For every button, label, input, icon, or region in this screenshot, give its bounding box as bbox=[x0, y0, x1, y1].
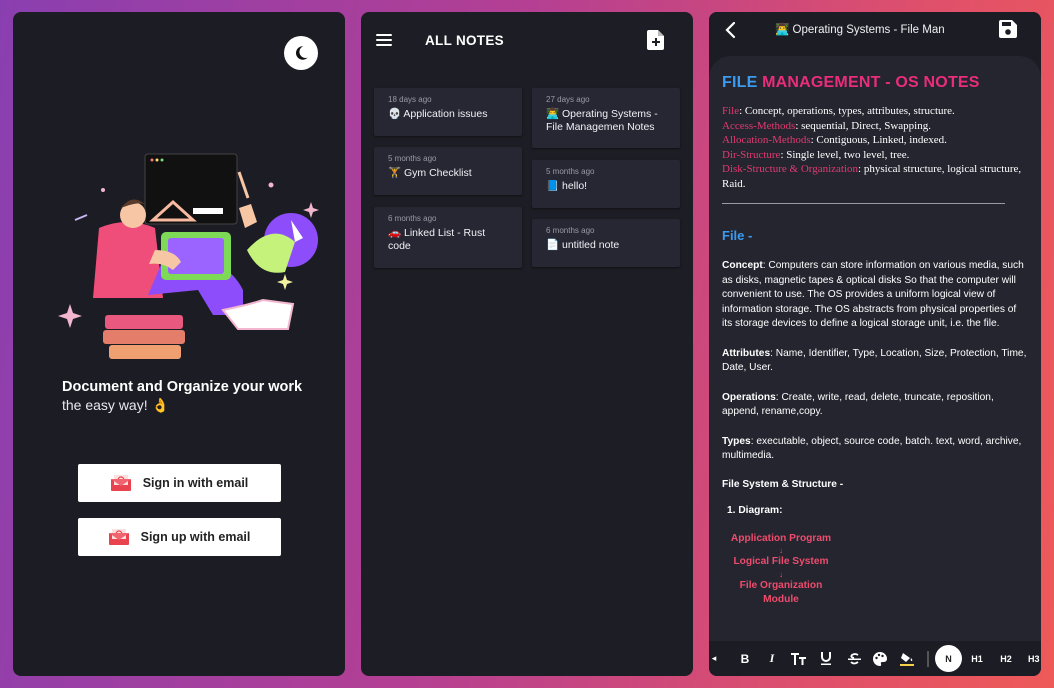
diagram: Application Program ↓ Logical File Syste… bbox=[722, 532, 840, 608]
note-title: 🏋️ Gym Checklist bbox=[388, 167, 472, 179]
paragraph-attributes: Attributes: Name, Identifier, Type, Loca… bbox=[722, 347, 1027, 374]
note-card[interactable]: 5 months ago 📘 hello! bbox=[532, 160, 680, 208]
save-icon[interactable] bbox=[999, 20, 1017, 38]
note-title: 👨‍💻 Operating Systems - File Managemen N… bbox=[546, 108, 658, 133]
text-size-icon[interactable] bbox=[789, 641, 809, 676]
note-timestamp: 6 months ago bbox=[546, 226, 595, 235]
section-heading-file: File - bbox=[722, 228, 753, 243]
summary-line: Disk-Structure & Organization: physical … bbox=[722, 163, 1022, 190]
highlight-icon[interactable] bbox=[898, 641, 916, 676]
subheading-file-system: File System & Structure - bbox=[722, 478, 844, 490]
diagram-row: Logical File System bbox=[733, 556, 829, 567]
note-timestamp: 27 days ago bbox=[546, 95, 590, 104]
down-arrow-icon: ↓ bbox=[779, 546, 783, 555]
back-arrow-icon[interactable] bbox=[723, 21, 739, 39]
page-title: ALL NOTES bbox=[425, 33, 504, 48]
tagline-heading: Document and Organize your work bbox=[62, 379, 303, 395]
sign-in-label: Sign in with email bbox=[142, 476, 249, 490]
moon-icon bbox=[295, 46, 308, 60]
auth-screen: Document and Organize your work the easy… bbox=[13, 12, 345, 676]
paragraph-operations: Operations: Create, write, read, delete,… bbox=[722, 391, 994, 418]
theme-toggle-button[interactable] bbox=[284, 36, 318, 70]
note-timestamp: 5 months ago bbox=[388, 154, 437, 163]
editor-content[interactable]: FILE MANAGEMENT - OS NOTES File: Concept… bbox=[709, 56, 1041, 641]
sign-up-label: Sign up with email bbox=[140, 530, 251, 544]
format-toolbar: ◂ B I N H1 H2 H3 bbox=[709, 641, 1041, 676]
note-timestamp: 18 days ago bbox=[388, 95, 432, 104]
divider bbox=[722, 203, 1005, 204]
editor-app-bar: 👨‍💻 Operating Systems - File Management … bbox=[709, 12, 1041, 52]
note-card[interactable]: 6 months ago 📄 untitled note bbox=[532, 219, 680, 267]
note-title: 📘 hello! bbox=[546, 180, 588, 192]
palette-icon[interactable] bbox=[871, 641, 889, 676]
bold-button[interactable]: B bbox=[737, 641, 753, 676]
heading2-button[interactable]: H2 bbox=[998, 641, 1014, 676]
summary-line: File: Concept, operations, types, attrib… bbox=[722, 105, 955, 117]
summary-list: File: Concept, operations, types, attrib… bbox=[722, 104, 1029, 191]
notes-list-screen: ALL NOTES 18 days ago 💀 Application issu… bbox=[361, 12, 693, 676]
summary-line: Dir-Structure: Single level, two level, … bbox=[722, 148, 910, 161]
normal-text-button[interactable]: N bbox=[935, 645, 962, 672]
diagram-row: Application Program bbox=[730, 532, 832, 544]
summary-line: Allocation-Methods: Contiguous, Linked, … bbox=[722, 134, 947, 146]
note-editor-screen: 👨‍💻 Operating Systems - File Management … bbox=[709, 12, 1041, 676]
note-timestamp: 6 months ago bbox=[388, 214, 437, 223]
paragraph-concept: Concept: Computers can store information… bbox=[722, 260, 1024, 329]
tagline-subheading: the easy way! 👌 bbox=[62, 397, 169, 413]
email-icon bbox=[108, 529, 129, 545]
note-card[interactable]: 5 months ago 🏋️ Gym Checklist bbox=[374, 147, 522, 195]
note-card[interactable]: 6 months ago 🚗 Linked List - Rust code bbox=[374, 207, 522, 268]
down-arrow-icon: ↓ bbox=[779, 569, 783, 579]
note-card[interactable]: 18 days ago 💀 Application issues bbox=[374, 88, 522, 136]
diagram-row: File Organization Module bbox=[739, 579, 823, 606]
paragraph-types: Types: executable, object, source code, … bbox=[722, 435, 1022, 462]
scroll-left-icon[interactable]: ◂ bbox=[709, 641, 719, 676]
heading-part-file: FILE bbox=[722, 74, 758, 91]
sign-in-button[interactable]: Sign in with email bbox=[78, 464, 281, 502]
note-card[interactable]: 27 days ago 👨‍💻 Operating Systems - File… bbox=[532, 88, 680, 148]
summary-line: Access-Methods: sequential, Direct, Swap… bbox=[722, 119, 931, 132]
tagline: Document and Organize your work the easy… bbox=[62, 378, 322, 414]
editor-title: 👨‍💻 Operating Systems - File Management … bbox=[775, 24, 945, 36]
notes-app-bar: ALL NOTES bbox=[361, 12, 693, 68]
note-title: 💀 Application issues bbox=[388, 108, 488, 120]
note-title: 📄 untitled note bbox=[546, 239, 620, 251]
note-title: 🚗 Linked List - Rust code bbox=[388, 227, 486, 252]
email-icon bbox=[110, 475, 131, 491]
diagram-heading: 1. Diagram: bbox=[727, 504, 783, 516]
strikethrough-icon[interactable] bbox=[845, 641, 863, 676]
toolbar-divider bbox=[927, 651, 929, 667]
note-heading: FILE MANAGEMENT - OS NOTES bbox=[722, 74, 1029, 92]
heading-part-rest: MANAGEMENT - OS NOTES bbox=[762, 74, 980, 91]
underline-icon[interactable] bbox=[817, 641, 835, 676]
heading1-button[interactable]: H1 bbox=[969, 641, 985, 676]
italic-button[interactable]: I bbox=[764, 641, 780, 676]
menu-icon[interactable] bbox=[376, 34, 392, 46]
new-note-icon[interactable] bbox=[647, 30, 665, 50]
sign-up-button[interactable]: Sign up with email bbox=[78, 518, 281, 556]
work-illustration bbox=[58, 153, 319, 359]
note-timestamp: 5 months ago bbox=[546, 167, 595, 176]
heading3-button[interactable]: H3 bbox=[1028, 641, 1041, 676]
